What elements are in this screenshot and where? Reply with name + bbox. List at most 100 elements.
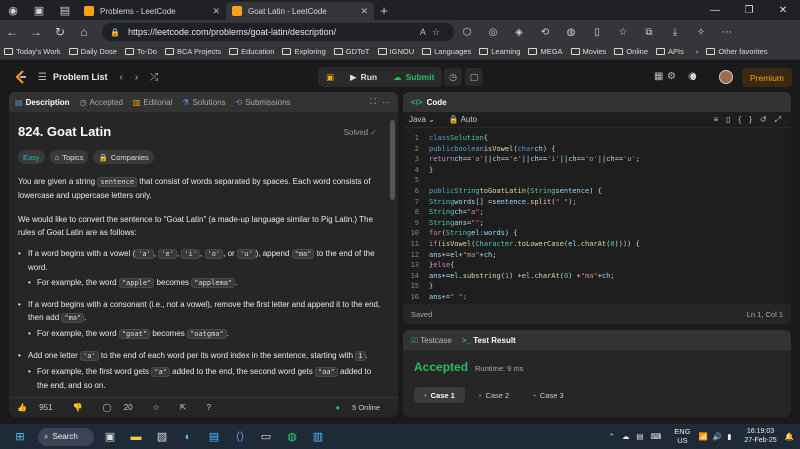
collections-icon[interactable]: ⧉ (636, 27, 662, 38)
menu-icon[interactable]: ⋯ (714, 27, 740, 38)
terminal-icon[interactable]: ▭ (254, 427, 278, 447)
tab-accepted[interactable]: ◷ Accepted (80, 98, 123, 107)
comments-button[interactable]: ◯ 20 (103, 403, 143, 412)
language-indicator[interactable]: ENG US (674, 427, 690, 445)
notes-icon[interactable]: ▢ (465, 68, 483, 86)
next-problem-icon[interactable]: › (135, 72, 138, 83)
notifications-icon[interactable]: 🔔 (785, 432, 794, 441)
extension-icon[interactable]: ◈ (506, 27, 532, 38)
forward-button[interactable]: → (24, 25, 48, 39)
code-editor[interactable]: 1 class Solution { 2 public boolean isVow… (403, 133, 791, 299)
submit-button[interactable]: ☁ Submit (385, 67, 442, 87)
leetcode-logo-icon[interactable] (14, 70, 28, 84)
network-volume-battery-icons[interactable]: 📶🔊▮ (699, 432, 737, 441)
bookmark-folder[interactable]: Today's Work (4, 47, 61, 56)
task-view-icon[interactable]: ▣ (98, 427, 122, 447)
read-aloud-favorite-icons[interactable]: A☆ (420, 27, 446, 38)
run-button[interactable]: ▶ Run (342, 67, 385, 87)
dislike-button[interactable]: 👎 (73, 403, 93, 412)
tab-submissions[interactable]: ⟲ Submissions (235, 98, 290, 107)
more-bookmarks-chevron-icon[interactable]: › (696, 47, 699, 56)
bookmark-folder[interactable]: Education (229, 47, 274, 56)
extension-icon[interactable]: ◍ (558, 27, 584, 38)
downloads-icon[interactable]: ⤓ (662, 27, 688, 38)
tab-editorial[interactable]: ▥ Editorial (133, 98, 172, 107)
case-tab[interactable]: • Case 2 (469, 387, 519, 403)
scrollbar[interactable] (390, 120, 395, 200)
maximize-button[interactable]: ❐ (732, 0, 766, 20)
bookmark-folder[interactable]: Exploring (282, 47, 326, 56)
edge-icon[interactable]: ◐ (176, 427, 200, 447)
tab-actions-icon[interactable]: ▤ (52, 0, 78, 20)
extension-icon[interactable]: ⬡ (454, 27, 480, 38)
bookmark-folder[interactable]: GDToT (333, 47, 370, 56)
bookmark-folder[interactable]: IGNOU (377, 47, 414, 56)
bookmark-folder[interactable]: Daily Dose (68, 47, 117, 56)
close-tab-icon[interactable]: ✕ (360, 6, 368, 17)
close-tab-icon[interactable]: ✕ (212, 6, 220, 17)
split-screen-icon[interactable]: ▯ (584, 27, 610, 38)
profile-icon[interactable]: ◉ (0, 0, 26, 20)
case-tab[interactable]: • Case 1 (414, 387, 465, 403)
settings-icon[interactable]: ⚙ (667, 71, 676, 82)
bookmark-folder[interactable]: Learning (479, 47, 520, 56)
close-window-button[interactable]: ✕ (766, 0, 800, 20)
layout-icon[interactable]: ▦ (654, 71, 663, 82)
editor-actions-icons[interactable]: ≡▯{}↺⤢ (713, 115, 791, 125)
tab-problems[interactable]: Problems - LeetCode ✕ (78, 2, 226, 20)
new-tab-button[interactable]: + (374, 3, 394, 18)
share-button[interactable]: ⇱ (180, 403, 197, 412)
bookmark-folder[interactable]: MEGA (528, 47, 563, 56)
back-button[interactable]: ← (0, 25, 24, 39)
bookmark-folder[interactable]: Languages (422, 47, 471, 56)
prev-problem-icon[interactable]: ‹ (119, 72, 122, 83)
tab-test-result[interactable]: >_ Test Result (462, 336, 516, 345)
problem-list-link[interactable]: Problem List (53, 72, 108, 82)
bookmark-folder[interactable]: BCA Projects (164, 47, 221, 56)
tray-icons[interactable]: ⌃☁▤⌨ (609, 432, 669, 441)
workspaces-icon[interactable]: ▣ (26, 0, 52, 20)
bookmark-folder[interactable]: Other favorites (706, 47, 768, 56)
debug-button[interactable]: ▣ (318, 67, 342, 87)
minimize-button[interactable]: — (698, 0, 732, 20)
bookmark-folder[interactable]: Movies (570, 47, 606, 56)
extension-icon[interactable]: ◎ (480, 27, 506, 38)
tab-goat-latin[interactable]: Goat Latin - LeetCode ✕ (226, 2, 374, 20)
avatar[interactable] (719, 70, 733, 84)
favorite-button[interactable]: ☆ (153, 403, 170, 412)
help-button[interactable]: ? (207, 403, 221, 412)
start-icon[interactable]: ⊞ (8, 427, 32, 447)
bookmark-folder[interactable]: To-Do (124, 47, 157, 56)
bookmark-folder[interactable]: Online (614, 47, 648, 56)
whatsapp-icon[interactable]: ◍ (280, 427, 304, 447)
notepad-icon[interactable]: ▥ (306, 427, 330, 447)
taskbar-search[interactable]: ⌕ Search (38, 427, 94, 446)
language-select[interactable]: Java ⌄ (409, 115, 435, 124)
photos-icon[interactable]: ▧ (150, 427, 174, 447)
history-icon[interactable]: ⟲ (532, 27, 558, 38)
home-button[interactable]: ⌂ (72, 25, 96, 39)
url-field[interactable]: 🔒 https://leetcode.com/problems/goat-lati… (102, 23, 454, 41)
difficulty-badge[interactable]: Easy (18, 150, 45, 164)
case-tab[interactable]: • Case 3 (523, 387, 573, 403)
refresh-button[interactable]: ↻ (48, 25, 72, 39)
like-button[interactable]: 👍 951 (17, 403, 63, 412)
autocomplete-toggle[interactable]: 🔒 Auto (449, 115, 477, 124)
tab-solutions[interactable]: ⚗ Solutions (182, 98, 225, 107)
companies-chip[interactable]: 🔒 Companies (93, 150, 154, 164)
extensions-icon[interactable]: ✧ (688, 27, 714, 38)
topics-chip[interactable]: ⌂ Topics (49, 150, 89, 164)
favorites-icon[interactable]: ☆ (610, 27, 636, 38)
more-icon[interactable]: ⋯ (382, 98, 390, 107)
tab-testcase[interactable]: ☑ Testcase (411, 336, 452, 345)
clock[interactable]: 16:19:03 27-Feb-25 (744, 427, 776, 445)
expand-icon[interactable]: ⛶ (370, 97, 376, 107)
bookmark-folder[interactable]: APIs (656, 47, 684, 56)
file-explorer-icon[interactable]: ▬ (124, 427, 148, 447)
premium-button[interactable]: Premium (742, 68, 793, 87)
store-icon[interactable]: ▤ (202, 427, 226, 447)
tab-description[interactable]: ▤ Description (15, 98, 70, 107)
shuffle-icon[interactable]: ⤮ (150, 72, 158, 83)
vscode-icon[interactable]: ⟨⟩ (228, 427, 252, 447)
timer-icon[interactable]: ◷ (444, 68, 462, 86)
